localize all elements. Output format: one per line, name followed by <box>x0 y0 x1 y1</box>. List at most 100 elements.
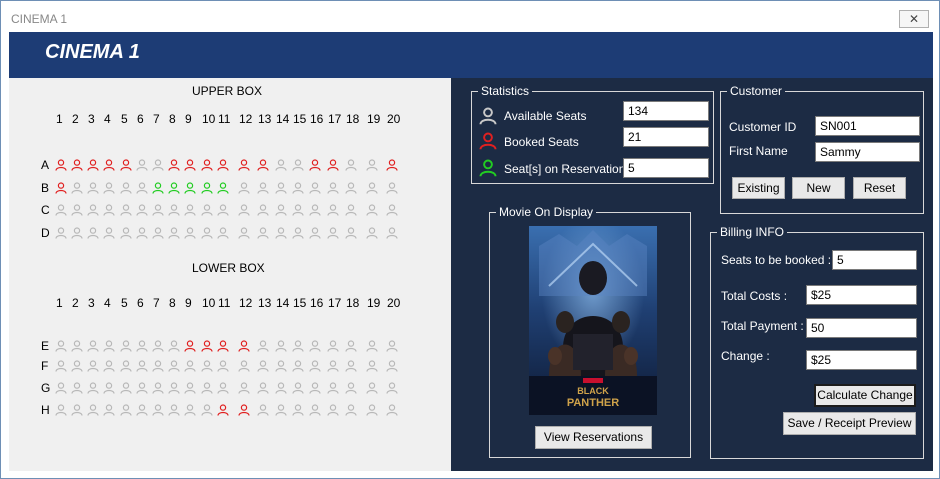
seat-icon[interactable] <box>327 360 339 372</box>
seat-icon[interactable] <box>238 404 250 416</box>
seat-icon[interactable] <box>238 227 250 239</box>
calculate-change-button[interactable]: Calculate Change <box>814 384 916 407</box>
seat-icon[interactable] <box>71 204 83 216</box>
seat-icon[interactable] <box>217 182 229 194</box>
seat-icon[interactable] <box>87 227 99 239</box>
seat-icon[interactable] <box>386 159 398 171</box>
seat-icon[interactable] <box>292 404 304 416</box>
seat-icon[interactable] <box>71 360 83 372</box>
seat-icon[interactable] <box>184 404 196 416</box>
seat-icon[interactable] <box>87 204 99 216</box>
first-name-field[interactable]: Sammy <box>815 142 920 162</box>
seat-icon[interactable] <box>168 360 180 372</box>
seat-icon[interactable] <box>327 340 339 352</box>
seat-icon[interactable] <box>152 340 164 352</box>
seat-icon[interactable] <box>238 204 250 216</box>
seat-icon[interactable] <box>275 159 287 171</box>
seat-icon[interactable] <box>309 227 321 239</box>
seat-icon[interactable] <box>120 360 132 372</box>
seat-icon[interactable] <box>345 227 357 239</box>
seat-icon[interactable] <box>103 204 115 216</box>
seat-icon[interactable] <box>184 382 196 394</box>
seat-icon[interactable] <box>87 340 99 352</box>
seat-icon[interactable] <box>292 182 304 194</box>
seat-icon[interactable] <box>386 227 398 239</box>
seat-icon[interactable] <box>120 404 132 416</box>
seat-icon[interactable] <box>87 159 99 171</box>
seat-icon[interactable] <box>103 382 115 394</box>
seat-icon[interactable] <box>136 360 148 372</box>
seat-icon[interactable] <box>275 360 287 372</box>
seat-icon[interactable] <box>309 382 321 394</box>
seat-icon[interactable] <box>87 182 99 194</box>
seat-icon[interactable] <box>327 382 339 394</box>
seat-icon[interactable] <box>201 227 213 239</box>
seat-icon[interactable] <box>184 227 196 239</box>
seat-icon[interactable] <box>71 404 83 416</box>
seat-icon[interactable] <box>366 360 378 372</box>
seat-icon[interactable] <box>136 182 148 194</box>
seat-icon[interactable] <box>201 382 213 394</box>
customer-id-field[interactable]: SN001 <box>815 116 920 136</box>
seat-icon[interactable] <box>136 227 148 239</box>
seat-icon[interactable] <box>309 204 321 216</box>
seat-icon[interactable] <box>257 159 269 171</box>
seat-icon[interactable] <box>217 382 229 394</box>
seat-icon[interactable] <box>87 382 99 394</box>
seat-icon[interactable] <box>168 382 180 394</box>
seat-icon[interactable] <box>120 204 132 216</box>
seat-icon[interactable] <box>103 227 115 239</box>
seat-icon[interactable] <box>103 360 115 372</box>
seat-icon[interactable] <box>238 182 250 194</box>
total-costs-field[interactable]: $25 <box>806 285 917 305</box>
seat-icon[interactable] <box>366 227 378 239</box>
seat-icon[interactable] <box>275 227 287 239</box>
seat-icon[interactable] <box>184 159 196 171</box>
seat-icon[interactable] <box>309 340 321 352</box>
seat-icon[interactable] <box>366 340 378 352</box>
reset-button[interactable]: Reset <box>853 177 906 199</box>
seat-icon[interactable] <box>217 227 229 239</box>
seat-icon[interactable] <box>71 159 83 171</box>
seat-icon[interactable] <box>257 204 269 216</box>
seat-icon[interactable] <box>168 340 180 352</box>
seat-icon[interactable] <box>345 204 357 216</box>
seat-icon[interactable] <box>87 360 99 372</box>
seat-icon[interactable] <box>309 360 321 372</box>
seat-icon[interactable] <box>257 182 269 194</box>
close-button[interactable]: ✕ <box>899 10 929 28</box>
view-reservations-button[interactable]: View Reservations <box>535 426 652 449</box>
seat-icon[interactable] <box>201 182 213 194</box>
seat-icon[interactable] <box>366 182 378 194</box>
seat-icon[interactable] <box>87 404 99 416</box>
seat-icon[interactable] <box>136 340 148 352</box>
seat-icon[interactable] <box>55 227 67 239</box>
seat-icon[interactable] <box>386 382 398 394</box>
seat-icon[interactable] <box>152 227 164 239</box>
seat-icon[interactable] <box>345 182 357 194</box>
seat-icon[interactable] <box>327 227 339 239</box>
seat-icon[interactable] <box>168 159 180 171</box>
seat-icon[interactable] <box>366 159 378 171</box>
seat-icon[interactable] <box>152 382 164 394</box>
seat-icon[interactable] <box>201 159 213 171</box>
seat-icon[interactable] <box>292 382 304 394</box>
seat-icon[interactable] <box>168 227 180 239</box>
seat-icon[interactable] <box>168 204 180 216</box>
seat-icon[interactable] <box>386 360 398 372</box>
seat-icon[interactable] <box>275 182 287 194</box>
seat-icon[interactable] <box>136 404 148 416</box>
booked-seats-field[interactable]: 21 <box>623 127 709 147</box>
seat-icon[interactable] <box>184 182 196 194</box>
seat-icon[interactable] <box>120 227 132 239</box>
seat-icon[interactable] <box>201 404 213 416</box>
seat-icon[interactable] <box>136 204 148 216</box>
seat-icon[interactable] <box>275 340 287 352</box>
seat-icon[interactable] <box>168 182 180 194</box>
seat-icon[interactable] <box>103 182 115 194</box>
seat-icon[interactable] <box>103 404 115 416</box>
total-payment-field[interactable]: 50 <box>806 318 917 338</box>
seat-icon[interactable] <box>184 340 196 352</box>
seat-icon[interactable] <box>238 159 250 171</box>
seat-icon[interactable] <box>217 340 229 352</box>
